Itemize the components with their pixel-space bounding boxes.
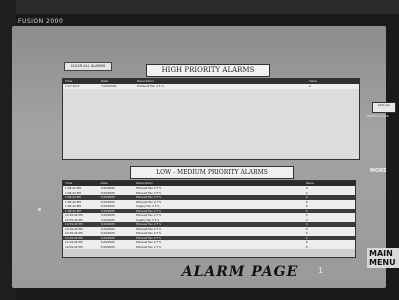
- low-medium-priority-alarm-table[interactable]: Time Date Description Value 1:09:42 PM 7/…: [62, 180, 356, 258]
- cell-description: Exhaust Fan 2 F S: [136, 244, 161, 249]
- cell-date: 7/20/2005: [100, 244, 115, 249]
- cell-date: 7/20/2005: [101, 84, 117, 88]
- cursor-indicator: [38, 208, 41, 211]
- more-button[interactable]: MORE: [370, 168, 387, 174]
- cell-time: 12:09:42 PM: [65, 244, 83, 249]
- monitor-bezel-top: [0, 0, 399, 14]
- high-priority-alarm-table[interactable]: Time Date Description Value 1:27:43 P 7/…: [62, 78, 360, 160]
- low-medium-priority-title: LOW - MEDIUM PRIORITY ALARMS: [130, 166, 294, 179]
- app-title: FUSION 2000: [18, 18, 64, 25]
- ack-all-button[interactable]: ACK ALL: [372, 102, 396, 113]
- table-row[interactable]: 12:09:42 PM 7/20/2005 Exhaust Fan 2 F S 0: [63, 244, 355, 249]
- cell-time: 1:27:43 P: [65, 84, 80, 88]
- touch-to-ack-note: TOUCH TO ACK: [366, 114, 389, 118]
- high-priority-title: HIGH PRIORITY ALARMS: [146, 64, 270, 77]
- page-title: ALARM PAGE: [181, 264, 299, 280]
- table-row[interactable]: 1:27:43 P 7/20/2005 Exhaust Fan 2 F S 0: [63, 84, 359, 89]
- page-number: 1: [318, 266, 324, 275]
- cell-value: 0: [309, 84, 311, 88]
- cell-value: 0: [305, 244, 308, 249]
- cell-description: Exhaust Fan 2 F S: [137, 84, 164, 88]
- clear-all-alarms-button[interactable]: CLEAR ALL ALARMS: [64, 62, 112, 71]
- main-menu-button[interactable]: MAIN MENU: [367, 248, 399, 268]
- low-medium-table-body: 1:09:42 PM 7/20/2005 Exhaust Fan 2 F S 0 1:0…: [63, 186, 355, 249]
